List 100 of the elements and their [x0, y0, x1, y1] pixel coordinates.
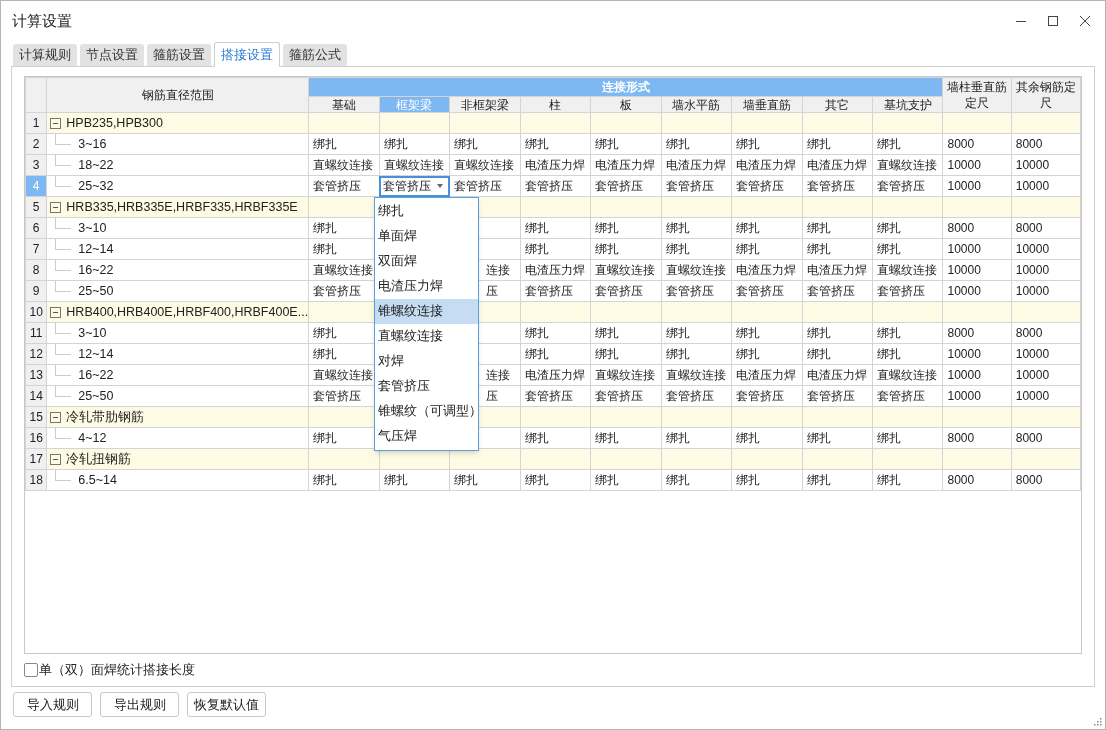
- collapse-icon[interactable]: [50, 453, 62, 465]
- table-cell-text: 绑扎: [735, 136, 762, 153]
- tab[interactable]: 计算规则: [13, 44, 77, 66]
- group-label: HRB335,HRB335E,HRBF335,HRBF335E: [66, 198, 298, 216]
- table-cell-text: 绑扎: [594, 325, 621, 342]
- table-cell-text: 绑扎: [523, 472, 550, 489]
- dropdown-cell[interactable]: 套管挤压: [379, 177, 450, 195]
- table-cell-text: 套管挤压: [735, 388, 786, 405]
- tab[interactable]: 箍筋设置: [147, 44, 211, 66]
- table-cell-text: 绑扎: [664, 241, 691, 258]
- table-cell-text: 绑扎: [735, 325, 762, 342]
- row-number: 9: [25, 280, 47, 302]
- close-icon[interactable]: [1079, 15, 1091, 27]
- table-cell-text: 绑扎: [523, 220, 550, 237]
- collapse-icon[interactable]: [50, 411, 62, 423]
- table-cell-text: 电渣压力焊: [735, 262, 798, 279]
- table-cell-text: 直螺纹连接: [876, 262, 938, 279]
- table-cell-text: 直螺纹连接: [876, 157, 938, 174]
- button[interactable]: 导出规则: [100, 692, 179, 717]
- dropdown-option[interactable]: 锥螺纹连接: [375, 299, 478, 324]
- row-number: 11: [25, 322, 47, 344]
- table-cell-text: 绑扎: [664, 220, 691, 237]
- row-label: 3~16: [78, 135, 107, 153]
- table-cell-text: 绑扎: [805, 472, 832, 489]
- dropdown-option[interactable]: 锥螺纹（可调型）: [375, 399, 478, 424]
- row-number: 2: [25, 133, 47, 155]
- table-cell-text: 绑扎: [664, 430, 691, 447]
- table-cell-text: 10000: [946, 157, 982, 174]
- table-cell-text: 绑扎: [453, 472, 480, 489]
- table-cell-text: 8000: [946, 136, 976, 153]
- row-number: 17: [25, 448, 47, 470]
- table-cell-text: 绑扎: [805, 346, 832, 363]
- column-group-header: 连接形式: [308, 77, 943, 97]
- table-cell-text: 直螺纹连接: [453, 157, 516, 174]
- collapse-icon[interactable]: [50, 117, 62, 129]
- table-cell-text: 绑扎: [523, 325, 550, 342]
- column-header[interactable]: 钢筋直径范围: [46, 77, 309, 113]
- dropdown-option[interactable]: 对焊: [375, 349, 478, 374]
- dropdown-option[interactable]: 单面焊: [375, 224, 478, 249]
- table-cell-text: 8000: [946, 472, 976, 489]
- row-label: 3~10: [78, 324, 107, 342]
- row-label: 12~14: [78, 240, 114, 258]
- table-cell-text: 绑扎: [594, 430, 621, 447]
- group-label: 冷轧扭钢筋: [66, 450, 132, 468]
- row-label: 18~22: [78, 156, 114, 174]
- table-cell-text: 直螺纹连接: [594, 367, 657, 384]
- dropdown-option[interactable]: 直螺纹连接: [375, 324, 478, 349]
- table-cell-text: 绑扎: [594, 241, 621, 258]
- collapse-icon[interactable]: [50, 306, 62, 318]
- table-cell-text: 套管挤压: [664, 283, 715, 300]
- table-cell-text: 套管挤压: [523, 388, 574, 405]
- row-label: 6.5~14: [78, 471, 117, 489]
- table-cell-text: 绑扎: [876, 346, 902, 363]
- table-cell-text: 8000: [1014, 325, 1044, 342]
- table-cell-text: 绑扎: [594, 220, 621, 237]
- table-cell-text: 套管挤压: [876, 178, 926, 195]
- button[interactable]: 恢复默认值: [187, 692, 266, 717]
- dropdown-option[interactable]: 双面焊: [375, 249, 478, 274]
- group-label: HPB235,HPB300: [66, 114, 163, 132]
- table-cell-text: 绑扎: [664, 346, 691, 363]
- dropdown-option[interactable]: 绑扎: [375, 199, 478, 224]
- checkbox[interactable]: [24, 662, 38, 677]
- table-cell-text: 套管挤压: [876, 283, 926, 300]
- dropdown-option[interactable]: 套管挤压: [375, 374, 478, 399]
- table-cell-text: 绑扎: [735, 346, 762, 363]
- table-cell-text: 10000: [1014, 367, 1051, 384]
- table-cell-text: 10000: [946, 283, 982, 300]
- table-cell-text: 电渣压力焊: [523, 262, 586, 279]
- table-cell-text: 直螺纹连接: [312, 262, 375, 279]
- dropdown-option[interactable]: 电渣压力焊: [375, 274, 478, 299]
- table-cell-text: 绑扎: [523, 430, 550, 447]
- table-cell-text: 绑扎: [876, 136, 902, 153]
- row-number: 1: [25, 112, 47, 134]
- table-cell-text: 绑扎: [805, 220, 832, 237]
- column-header[interactable]: 墙柱垂直筋定尺: [943, 77, 1012, 113]
- collapse-icon[interactable]: [50, 201, 62, 213]
- table-cell-text: 绑扎: [312, 220, 339, 237]
- row-number: 14: [25, 385, 47, 407]
- tab[interactable]: 节点设置: [80, 44, 144, 66]
- table-cell-text: 绑扎: [664, 472, 691, 489]
- column-header[interactable]: 其余钢筋定尺: [1011, 77, 1081, 113]
- row-label: 25~50: [78, 282, 114, 300]
- table-cell-text: 套管挤压: [523, 283, 574, 300]
- tab[interactable]: 箍筋公式: [283, 44, 347, 66]
- table-cell-text: 10000: [1014, 241, 1051, 258]
- table-cell-text: 套管挤压: [594, 283, 645, 300]
- dropdown-option[interactable]: 气压焊: [375, 424, 478, 449]
- row-number: 10: [25, 301, 47, 323]
- table-cell-text: 绑扎: [876, 241, 902, 258]
- tab[interactable]: 搭接设置: [214, 42, 280, 67]
- table-cell-text: 8000: [1014, 472, 1044, 489]
- table-cell-text: 10000: [946, 241, 982, 258]
- table-cell-text: 连接: [485, 262, 512, 279]
- table-cell-text: 绑扎: [594, 346, 621, 363]
- table-cell-text: 10000: [946, 262, 982, 279]
- resize-grip-icon[interactable]: [1094, 718, 1102, 726]
- table-cell-text: 套管挤压: [523, 178, 574, 195]
- maximize-icon[interactable]: [1047, 15, 1059, 27]
- button[interactable]: 导入规则: [13, 692, 92, 717]
- table-cell-text: 压: [485, 388, 500, 405]
